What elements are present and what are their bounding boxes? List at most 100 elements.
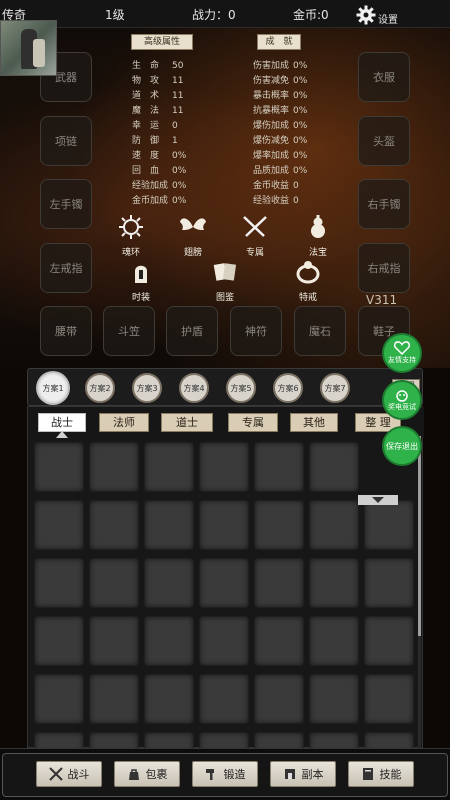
stat-row: 生 命 50: [132, 61, 184, 71]
tab-other[interactable]: 其他: [290, 413, 338, 432]
player-avatar[interactable]: [0, 20, 57, 76]
tab-taoist[interactable]: 道士: [161, 413, 213, 432]
inventory-slot[interactable]: [309, 674, 359, 724]
equip-slot-hat[interactable]: 斗笠: [103, 306, 155, 356]
combat-power: 战力：0: [192, 8, 236, 22]
inventory-slot[interactable]: [89, 616, 139, 666]
friend-support-button[interactable]: 友情支持: [382, 333, 422, 373]
equip-slot-right-bracelet[interactable]: 右手镯: [358, 179, 410, 229]
category-soul-ring[interactable]: 魂环: [103, 214, 159, 258]
scheme-button-4[interactable]: 方案4: [179, 373, 209, 403]
inventory-slot[interactable]: [34, 500, 84, 550]
inventory-slot[interactable]: [199, 558, 249, 608]
heart-icon: [394, 341, 410, 355]
inventory-slot[interactable]: [364, 674, 414, 724]
inventory-slot[interactable]: [364, 558, 414, 608]
bag-icon: [128, 769, 139, 780]
stat-row: 魔 法 11: [132, 106, 184, 116]
settings-label[interactable]: 设置: [378, 11, 398, 26]
category-treasure[interactable]: 法宝: [290, 214, 346, 258]
inventory-slot[interactable]: [254, 558, 304, 608]
equip-slot-shield[interactable]: 护盾: [166, 306, 218, 356]
nav-skills[interactable]: 技能: [348, 761, 414, 787]
inventory-slot[interactable]: [89, 558, 139, 608]
category-codex[interactable]: 图鉴: [197, 259, 253, 303]
esports-button[interactable]: 奖电竞试: [382, 380, 422, 420]
inventory-slot[interactable]: [199, 500, 249, 550]
inventory-slot[interactable]: [144, 500, 194, 550]
inventory-slot[interactable]: [309, 442, 359, 492]
inventory-slot[interactable]: [34, 442, 84, 492]
stat-row: 经验加成 0%: [132, 181, 187, 191]
inventory-tabs: 战士 法师 道士 专属 其他 整 理: [28, 407, 424, 438]
tab-exclusive[interactable]: 专属: [228, 413, 278, 432]
tab-warrior[interactable]: 战士: [38, 413, 86, 432]
scheme-button-5[interactable]: 方案5: [226, 373, 256, 403]
stat-row: 抗暴概率 0%: [253, 106, 308, 116]
nav-bag[interactable]: 包裹: [114, 761, 180, 787]
inventory-slot[interactable]: [144, 558, 194, 608]
inventory-slot[interactable]: [34, 674, 84, 724]
hammer-icon: [205, 769, 214, 780]
equip-slot-belt[interactable]: 腰带: [40, 306, 92, 356]
tab-mage[interactable]: 法师: [99, 413, 149, 432]
inventory-slot[interactable]: [144, 674, 194, 724]
equip-slot-necklace[interactable]: 项链: [40, 116, 92, 166]
category-special-ring[interactable]: 特戒: [280, 259, 336, 303]
inventory-slot[interactable]: [199, 616, 249, 666]
stat-row: 暴击概率 0%: [253, 91, 308, 101]
inventory-slot[interactable]: [309, 558, 359, 608]
inventory-slot[interactable]: [34, 558, 84, 608]
inventory-slot[interactable]: [254, 616, 304, 666]
category-fashion[interactable]: 时装: [113, 259, 169, 303]
inventory-slot[interactable]: [144, 616, 194, 666]
inventory-slot[interactable]: [254, 442, 304, 492]
stat-row: 爆伤加成 0%: [253, 121, 308, 131]
equip-slot-magic-stone[interactable]: 魔石: [294, 306, 346, 356]
inventory-slot[interactable]: [309, 616, 359, 666]
gold-count: 金币:0: [293, 8, 329, 22]
equip-slot-helmet[interactable]: 头盔: [358, 116, 410, 166]
save-exit-button[interactable]: 保存退出: [382, 426, 422, 466]
inventory-slot[interactable]: [364, 616, 414, 666]
scheme-button-1[interactable]: 方案1: [38, 373, 68, 403]
stat-row: 金币收益 0: [253, 181, 299, 191]
stat-row: 道 术 11: [132, 91, 184, 101]
player-level: 1级: [105, 8, 125, 22]
inventory-slot[interactable]: [34, 616, 84, 666]
scheme-button-6[interactable]: 方案6: [273, 373, 303, 403]
inventory-slot[interactable]: [199, 442, 249, 492]
gear-icon[interactable]: [356, 5, 376, 25]
achievement-button[interactable]: 成 就: [257, 34, 301, 50]
inventory-slot[interactable]: [89, 674, 139, 724]
stat-row: 伤害加成 0%: [253, 61, 308, 71]
collapse-arrow[interactable]: [358, 495, 398, 505]
scheme-button-3[interactable]: 方案3: [132, 373, 162, 403]
nav-forge[interactable]: 锻造: [192, 761, 258, 787]
inventory-slot[interactable]: [254, 500, 304, 550]
inventory-slot[interactable]: [309, 500, 359, 550]
inventory-panel: 战士 法师 道士 专属 其他 整 理: [27, 406, 424, 782]
inventory-scrollbar[interactable]: [418, 436, 421, 748]
inventory-slot[interactable]: [254, 674, 304, 724]
equip-slot-right-ring[interactable]: 右戒指: [358, 243, 410, 293]
stat-row: 伤害减免 0%: [253, 76, 308, 86]
equip-slot-talisman[interactable]: 神符: [230, 306, 282, 356]
advanced-attributes-button[interactable]: 高级属性: [131, 34, 193, 50]
category-exclusive[interactable]: 专属: [227, 214, 283, 258]
equip-slot-left-ring[interactable]: 左戒指: [40, 243, 92, 293]
equip-slot-clothes[interactable]: 衣服: [358, 52, 410, 102]
inventory-slot[interactable]: [89, 442, 139, 492]
inventory-slot[interactable]: [89, 500, 139, 550]
nav-dungeon[interactable]: 副本: [270, 761, 336, 787]
stat-row: 速 度 0%: [132, 151, 187, 161]
equip-slot-left-bracelet[interactable]: 左手镯: [40, 179, 92, 229]
scheme-button-7[interactable]: 方案7: [320, 373, 350, 403]
inventory-slot[interactable]: [144, 442, 194, 492]
inventory-slot[interactable]: [199, 674, 249, 724]
scheme-button-2[interactable]: 方案2: [85, 373, 115, 403]
category-wings[interactable]: 翅膀: [165, 214, 221, 258]
nav-battle[interactable]: 战斗: [36, 761, 102, 787]
stat-row: 金币加成 0%: [132, 196, 187, 206]
inventory-slot[interactable]: [364, 500, 414, 550]
